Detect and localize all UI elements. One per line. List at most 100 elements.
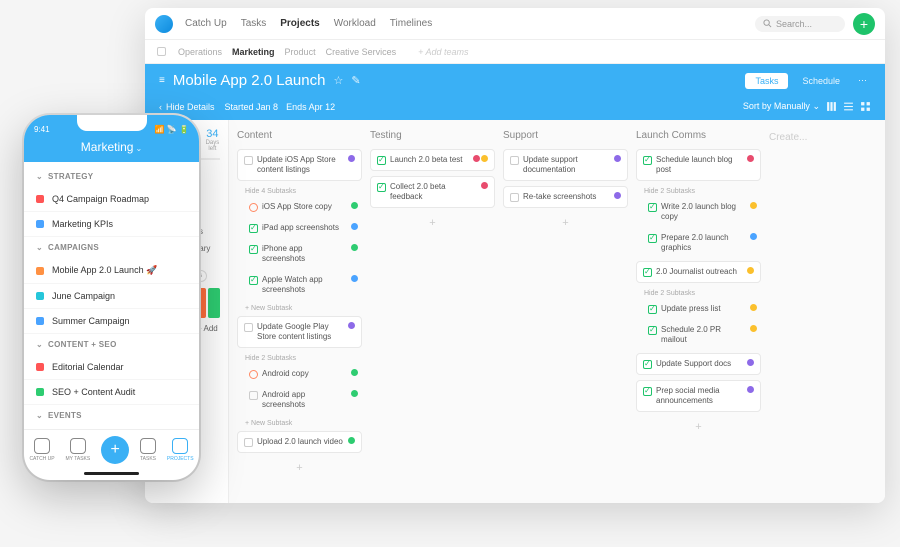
checkbox-icon[interactable] (249, 391, 258, 400)
create-column-button[interactable]: Create... (769, 130, 807, 493)
task-card[interactable]: Collect 2.0 beta feedback (370, 176, 495, 208)
task-card[interactable]: Upload 2.0 launch video (237, 431, 362, 453)
mobile-project-item[interactable]: Editorial Calendar (24, 355, 199, 380)
add-card-button[interactable]: + (636, 417, 761, 437)
assignee-avatar[interactable] (348, 322, 355, 329)
task-card[interactable]: Android copy (237, 366, 362, 382)
assignee-avatar[interactable] (614, 192, 621, 199)
nav-workload[interactable]: Workload (334, 18, 376, 29)
assignee-avatar[interactable] (473, 155, 480, 162)
mobile-tab-projects[interactable]: PROJECTS (167, 438, 194, 462)
mobile-project-list[interactable]: ⌄STRATEGYQ4 Campaign RoadmapMarketing KP… (24, 162, 199, 429)
subtask-toggle[interactable]: Hide 2 Subtasks (237, 353, 362, 366)
select-all-checkbox[interactable] (157, 47, 166, 56)
checkbox-icon[interactable] (249, 203, 258, 212)
checkbox-icon[interactable] (377, 183, 386, 192)
app-logo[interactable] (155, 15, 173, 33)
checkbox-icon[interactable] (648, 305, 657, 314)
checkbox-icon[interactable] (648, 234, 657, 243)
assignee-avatar[interactable] (348, 155, 355, 162)
mobile-section-header[interactable]: ⌄CAMPAIGNS (24, 237, 199, 258)
task-card[interactable]: Prep social media announcements (636, 380, 761, 412)
assignee-avatar[interactable] (750, 233, 757, 240)
assignee-avatar[interactable] (614, 155, 621, 162)
nav-timelines[interactable]: Timelines (390, 18, 432, 29)
mobile-section-header[interactable]: ⌄CONTENT + SEO (24, 334, 199, 355)
column-title[interactable]: Support (503, 130, 628, 141)
star-icon[interactable]: ☆ (333, 74, 343, 87)
nav-catch-up[interactable]: Catch Up (185, 18, 227, 29)
task-card[interactable]: Apple Watch app screenshots (237, 272, 362, 298)
assignee-avatar[interactable] (747, 267, 754, 274)
search-input[interactable]: Search... (755, 16, 845, 32)
hide-details-button[interactable]: Hide Details (166, 102, 215, 112)
checkbox-icon[interactable] (648, 326, 657, 335)
checkbox-icon[interactable] (643, 268, 652, 277)
subtask-toggle[interactable]: Hide 2 Subtasks (636, 288, 761, 301)
view-list-icon[interactable] (843, 101, 854, 112)
mobile-project-item[interactable]: Marketing KPIs (24, 212, 199, 237)
mobile-project-item[interactable]: Mobile App 2.0 Launch 🚀 (24, 258, 199, 284)
assignee-avatar[interactable] (348, 437, 355, 444)
assignee-avatar[interactable] (750, 202, 757, 209)
checkbox-icon[interactable] (510, 156, 519, 165)
checkbox-icon[interactable] (377, 156, 386, 165)
task-card[interactable]: Update Support docs (636, 353, 761, 375)
assignee-avatar[interactable] (750, 304, 757, 311)
assignee-avatar[interactable] (747, 359, 754, 366)
nav-projects[interactable]: Projects (280, 18, 319, 29)
mobile-tab-catch-up[interactable]: CATCH UP (29, 438, 54, 462)
assignee-avatar[interactable] (351, 202, 358, 209)
mobile-tab-tasks[interactable]: TASKS (140, 438, 156, 462)
checkbox-icon[interactable] (249, 245, 258, 254)
task-card[interactable]: 2.0 Journalist outreach (636, 261, 761, 283)
task-card[interactable]: Schedule launch blog post (636, 149, 761, 181)
mobile-fab-button[interactable]: + (101, 436, 129, 464)
nav-tasks[interactable]: Tasks (241, 18, 267, 29)
sort-button[interactable]: Sort by Manually ⌄ (743, 101, 820, 112)
checkbox-icon[interactable] (643, 387, 652, 396)
schedule-view-button[interactable]: Schedule (794, 73, 848, 89)
mobile-section-header[interactable]: ⌄STRATEGY (24, 166, 199, 187)
crumb-product[interactable]: Product (285, 47, 316, 57)
assignee-avatar[interactable] (481, 155, 488, 162)
task-card[interactable]: Re-take screenshots (503, 186, 628, 208)
task-card[interactable]: Update Google Play Store content listing… (237, 316, 362, 348)
assignee-avatar[interactable] (750, 325, 757, 332)
task-card[interactable]: Write 2.0 launch blog copy (636, 199, 761, 225)
checkbox-icon[interactable] (244, 156, 253, 165)
checkbox-icon[interactable] (643, 156, 652, 165)
checkbox-icon[interactable] (249, 370, 258, 379)
task-card[interactable]: Android app screenshots (237, 387, 362, 413)
add-team-button[interactable]: + Add teams (418, 47, 468, 57)
new-subtask-button[interactable]: + New Subtask (237, 303, 362, 316)
assignee-avatar[interactable] (351, 275, 358, 282)
subtask-toggle[interactable]: Hide 2 Subtasks (636, 186, 761, 199)
task-card[interactable]: iPad app screenshots (237, 220, 362, 236)
add-card-button[interactable]: + (503, 213, 628, 233)
view-grid-icon[interactable] (860, 101, 871, 112)
task-card[interactable]: Launch 2.0 beta test (370, 149, 495, 171)
column-title[interactable]: Launch Comms (636, 130, 761, 141)
task-card[interactable]: iPhone app screenshots (237, 241, 362, 267)
more-icon[interactable]: ⋯ (854, 75, 871, 86)
assignee-avatar[interactable] (351, 369, 358, 376)
tasks-view-button[interactable]: Tasks (745, 73, 788, 89)
crumb-creative services[interactable]: Creative Services (326, 47, 397, 57)
mobile-title[interactable]: Marketing⌄ (34, 140, 189, 154)
add-card-button[interactable]: + (370, 213, 495, 233)
checkbox-icon[interactable] (648, 203, 657, 212)
mobile-tab-my-tasks[interactable]: MY TASKS (66, 438, 91, 462)
checkbox-icon[interactable] (643, 360, 652, 369)
new-subtask-button[interactable]: + New Subtask (237, 418, 362, 431)
task-card[interactable]: iOS App Store copy (237, 199, 362, 215)
edit-icon[interactable]: ✎ (351, 74, 360, 87)
column-title[interactable]: Content (237, 130, 362, 141)
task-card[interactable]: Schedule 2.0 PR mailout (636, 322, 761, 348)
checkbox-icon[interactable] (249, 224, 258, 233)
chevron-left-icon[interactable]: ‹ (159, 102, 162, 112)
column-title[interactable]: Testing (370, 130, 495, 141)
assignee-avatar[interactable] (747, 386, 754, 393)
checkbox-icon[interactable] (244, 438, 253, 447)
assignee-avatar[interactable] (481, 182, 488, 189)
